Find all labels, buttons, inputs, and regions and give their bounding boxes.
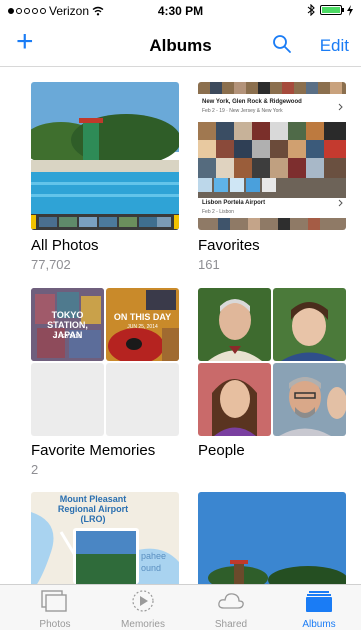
memory-tile-tokyo: TOKYO STATION, JAPAN 2 FEB 2016 (31, 288, 104, 361)
album-thumbnail (31, 82, 179, 230)
bluetooth-icon (307, 4, 315, 16)
tab-memories[interactable]: Memories (98, 585, 188, 630)
album-thumbnail: New York, Glen Rock & Ridgewood Feb 2 - … (198, 82, 346, 230)
album-thumbnail (198, 492, 346, 584)
tab-shared[interactable]: Shared (186, 585, 276, 630)
tab-photos[interactable]: Photos (10, 585, 100, 630)
album-count: 161 (198, 257, 220, 272)
album-count: 2 (31, 462, 39, 477)
person-face (198, 288, 271, 361)
album-favorites[interactable]: New York, Glen Rock & Ridgewood Feb 2 - … (198, 82, 346, 272)
moment-title: New York, Glen Rock & Ridgewood (202, 99, 302, 105)
album-all-photos[interactable]: All Photos 77,702 (31, 82, 179, 272)
battery-icon (320, 5, 344, 15)
album-count: 77,702 (31, 257, 71, 272)
memory-title: ON THIS DAY (113, 312, 172, 322)
memory-placeholder (106, 363, 179, 436)
person-face (198, 363, 271, 436)
edit-button[interactable]: Edit (320, 36, 349, 56)
album-title: Favorite Memories (31, 442, 156, 459)
person-face (273, 288, 346, 361)
map-place-label: Mount Pleasant Regional Airport (LRO) (57, 494, 129, 524)
tab-bar: Photos Memories Shared Albums (0, 584, 361, 630)
search-icon[interactable] (272, 34, 292, 54)
album-favorite-memories[interactable]: TOKYO STATION, JAPAN 2 FEB 2016 ON THIS … (31, 288, 179, 478)
album-title: Favorites (198, 237, 260, 254)
page-title: Albums (149, 36, 212, 55)
status-bar: Verizon 4:30 PM (0, 0, 361, 22)
charging-icon (347, 4, 353, 16)
tab-label: Shared (214, 619, 248, 630)
cloud-icon (218, 593, 244, 609)
memory-subtitle: JUN 25, 2014 (127, 324, 158, 330)
tab-label: Photos (39, 619, 71, 630)
album-cover-partial[interactable] (198, 492, 346, 584)
memories-icon (132, 590, 154, 612)
memory-placeholder (31, 363, 104, 436)
tab-albums[interactable]: Albums (274, 585, 361, 630)
tab-label: Albums (302, 619, 336, 630)
person-face (273, 363, 346, 436)
album-title: People (198, 442, 245, 459)
memory-subtitle: 2 FEB 2016 (54, 334, 81, 340)
map-place-label: pahee ound (141, 551, 167, 573)
albums-icon (306, 591, 332, 612)
photos-icon (41, 590, 67, 612)
navigation-bar: + Albums Edit (0, 22, 361, 67)
moment-title: Lisbon Portela Airport (202, 200, 266, 206)
moment-subtitle: Feb 2 - Lisbon (202, 209, 234, 215)
album-title: All Photos (31, 237, 99, 254)
moment-subtitle: Feb 2 - 19 · New Jersey & New York (202, 108, 283, 114)
map-thumbnail: Mount Pleasant Regional Airport (LRO) pa… (31, 492, 179, 584)
album-people[interactable]: People (198, 288, 346, 478)
album-places[interactable]: Mount Pleasant Regional Airport (LRO) pa… (31, 492, 179, 584)
memory-tile-on-this-day: ON THIS DAY JUN 25, 2014 (106, 288, 179, 361)
tab-label: Memories (121, 619, 165, 630)
